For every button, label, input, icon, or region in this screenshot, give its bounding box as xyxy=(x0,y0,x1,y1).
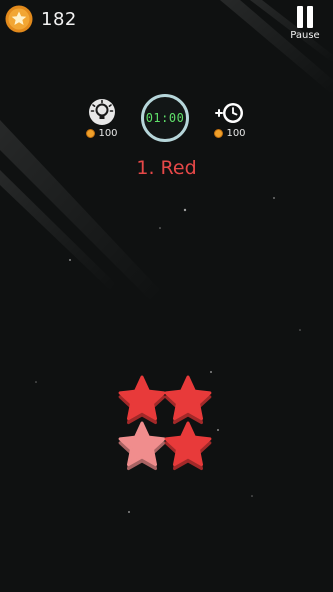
star-piece-4[interactable] xyxy=(164,421,212,471)
star-piece-1[interactable] xyxy=(118,375,166,425)
star-piece-3[interactable] xyxy=(118,421,166,471)
star-piece-2[interactable] xyxy=(164,375,212,425)
star-pieces xyxy=(118,375,212,471)
